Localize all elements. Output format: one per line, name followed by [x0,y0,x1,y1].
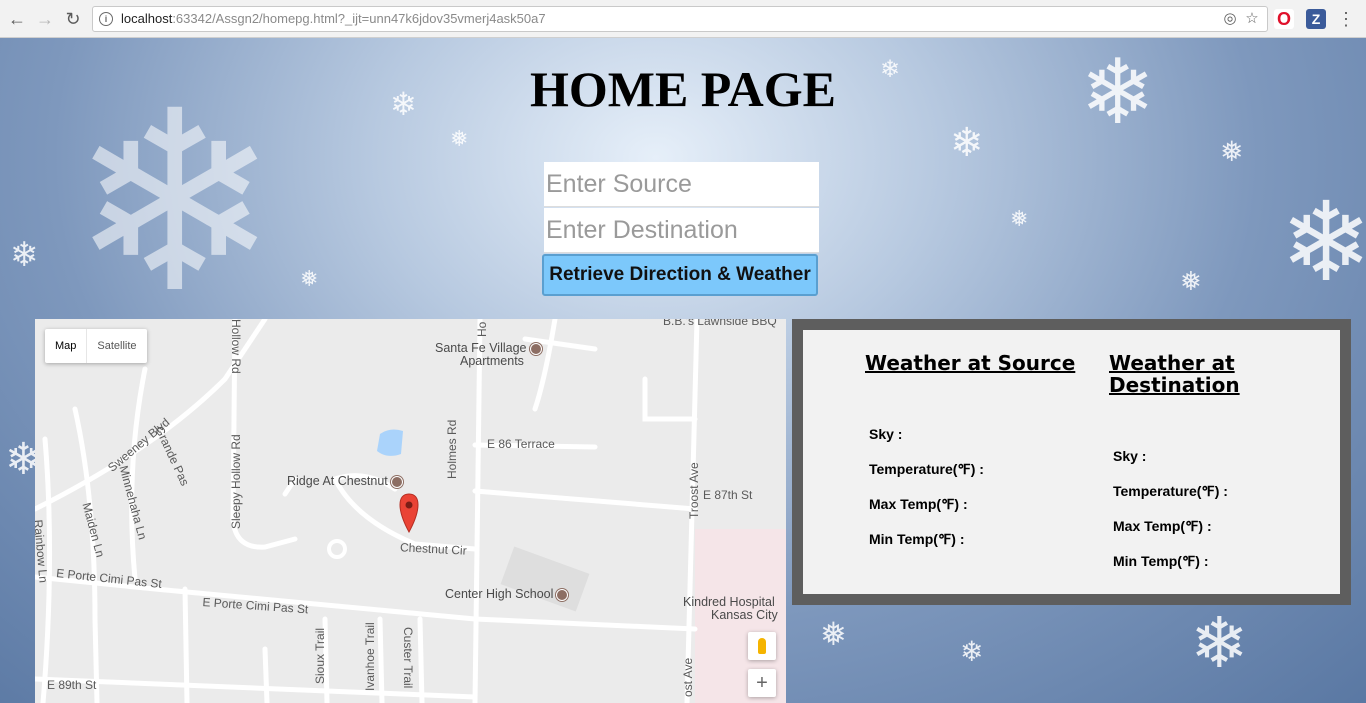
map-label: Ho [475,321,489,337]
map-type-map-button[interactable]: Map [45,329,88,363]
bookmark-star-icon[interactable]: ☆ [1243,10,1261,28]
map-label: Hollow Rd [229,319,243,374]
poi-icon [390,475,403,488]
map-label: Ivanhoe Trail [363,622,377,691]
pegman-icon[interactable] [748,632,776,660]
snowflake-icon: ❅ [300,266,319,291]
map-type-satellite-button[interactable]: Satellite [87,329,146,363]
poi-icon [529,342,542,355]
map-label: Troost Ave [687,462,701,519]
browser-toolbar: ← → ↻ i localhost:63342/Assgn2/homepg.ht… [0,0,1366,38]
destination-weather-title-line1: Weather at [1109,351,1235,375]
info-icon[interactable]: i [99,12,113,26]
destination-min-temp-label: Min Temp(℉) : [1113,553,1209,569]
map-label: E 89th St [47,678,97,692]
opera-extension-icon[interactable]: O [1274,9,1294,29]
source-temperature-label: Temperature(℉) : [869,461,984,477]
map-label: Ridge At Chestnut [287,474,403,488]
map-label: Sioux Trail [313,627,327,684]
destination-sky-label: Sky : [1113,448,1147,464]
snowflake-icon: ❅ [1220,136,1244,167]
map-label: B.B.'s Lawnside BBQ [663,319,777,328]
snowflake-icon: ❅ [1180,266,1202,296]
address-bar[interactable]: i localhost:63342/Assgn2/homepg.html?_ij… [92,6,1268,32]
snowflake-icon: ❄ [1280,181,1366,304]
map-label: ost Ave [681,657,695,697]
back-arrow-icon[interactable]: ← [4,6,30,32]
page-background: ❄ ❄ ❄ ❄ ❄ ❅ ❅ ❅ ❄ ❅ ❄ ❅ ❄ ❄ ❅ ❄ HOME PAG… [0,38,1366,703]
destination-weather-title-line2: Destination [1109,373,1240,397]
reload-icon[interactable]: ↻ [60,6,86,32]
map-label: Apartments [460,354,524,368]
location-icon[interactable]: ◎ [1221,10,1239,28]
map-label: Holmes Rd [445,419,459,479]
forward-arrow-icon[interactable]: → [32,6,58,32]
snowflake-icon: ❅ [820,616,847,652]
retrieve-button[interactable]: Retrieve Direction & Weather [542,254,818,296]
destination-max-temp-label: Max Temp(℉) : [1113,518,1212,534]
snowflake-icon: ❄ [950,121,984,165]
z-extension-icon[interactable]: Z [1306,9,1326,29]
snowflake-icon: ❅ [450,126,469,151]
destination-temperature-label: Temperature(℉) : [1113,483,1228,499]
snowflake-icon: ❄ [10,236,39,274]
map-type-control: Map Satellite [45,329,147,363]
url-text[interactable]: localhost:63342/Assgn2/homepg.html?_ijt=… [121,7,546,31]
destination-input[interactable] [544,208,819,253]
source-weather-column: Weather at Source Sky : Temperature(℉) :… [865,352,1075,566]
destination-weather-column: Weather at Destination Sky : Temperature… [1109,352,1240,588]
zoom-in-button[interactable]: + [748,669,776,697]
map-label: Custer Trail [401,627,415,689]
map-label: Kansas City [711,608,778,622]
source-sky-label: Sky : [869,426,903,442]
browser-menu-icon[interactable]: ⋮ [1336,8,1356,30]
map-label: Center High School [445,587,569,601]
source-max-temp-label: Max Temp(℉) : [869,496,968,512]
snowflake-icon: ❄ [1190,604,1249,682]
source-weather-title: Weather at Source [865,351,1076,375]
snowflake-icon: ❄ [960,636,984,667]
snowflake-icon: ❅ [1010,206,1029,231]
poi-icon [556,588,569,601]
map-label: Kindred Hospital [683,595,775,609]
map-label: E 87th St [703,488,753,502]
map-label: Santa Fe Village [435,341,542,355]
map-view[interactable]: Map Satellite B.B.'s Lawnside BBQ Santa … [35,319,786,703]
map-label: E 86 Terrace [487,437,555,451]
weather-panel: Weather at Source Sky : Temperature(℉) :… [792,319,1351,605]
map-label: Sleepy Hollow Rd [229,434,243,529]
source-input[interactable] [544,162,819,207]
source-min-temp-label: Min Temp(℉) : [869,531,965,547]
page-title: HOME PAGE [529,61,836,117]
